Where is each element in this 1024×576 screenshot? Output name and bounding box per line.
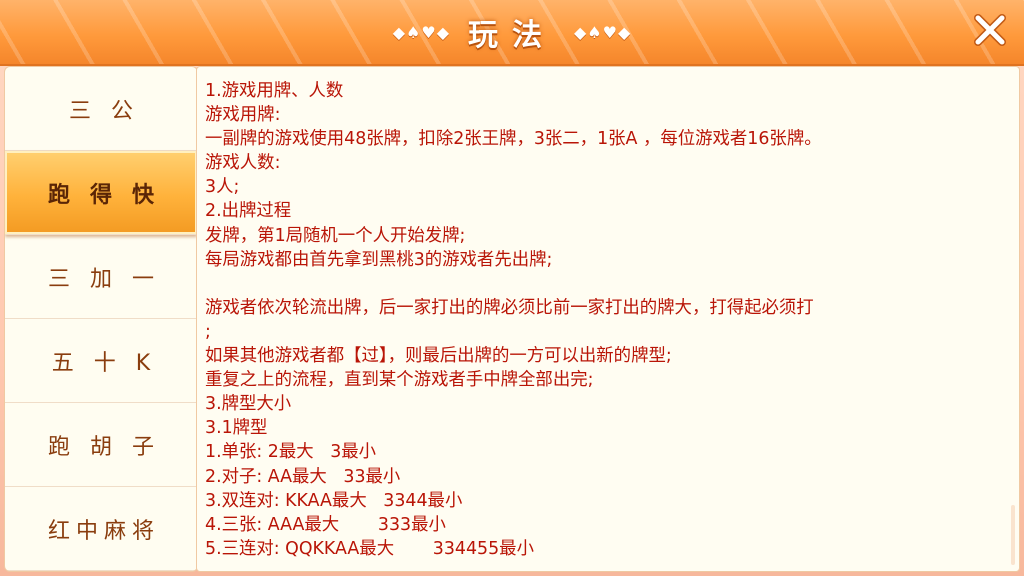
rule-line: 发牌，第1局随机一个人开始发牌; <box>205 225 466 246</box>
tab-label: 五十K <box>51 350 171 376</box>
tab-san-jia-yi[interactable]: 三加一 <box>5 235 197 319</box>
rule-line: 3.双连对: KKAA最大 3344最小 <box>205 490 463 511</box>
tab-label: 跑胡子 <box>47 434 174 460</box>
rule-line: 一副牌的游戏使用48张牌，扣除2张王牌，3张二，1张A ，每位游戏者16张牌。 <box>205 129 822 150</box>
rule-line: 3人; <box>205 177 240 198</box>
suit-decoration-left: ◆♠♥◆ <box>392 22 450 42</box>
close-button[interactable] <box>968 8 1012 52</box>
rule-line: 游戏用牌: <box>205 105 281 126</box>
rule-line: 1.游戏用牌、人数 <box>205 81 344 101</box>
tab-pao-de-kuai[interactable]: 跑得快 <box>5 151 197 235</box>
tab-label: 红中麻将 <box>47 518 160 544</box>
rule-line: 2.出牌过程 <box>205 201 292 222</box>
rules-text-scroll[interactable]: 1.游戏用牌、人数 游戏用牌: 一副牌的游戏使用48张牌，扣除2张王牌，3张二，… <box>205 79 1011 565</box>
rule-line: ; <box>205 321 211 342</box>
tab-hong-zhong-majiang[interactable]: 红中麻将 <box>5 487 197 571</box>
rule-line: 重复之上的流程，直到某个游戏者手中牌全部出完; <box>205 370 594 391</box>
scrollbar[interactable] <box>1011 505 1015 565</box>
rule-line: 如果其他游戏者都【过】，则最后出牌的一方可以出新的牌型; <box>205 346 672 367</box>
rule-line <box>205 272 1011 296</box>
header-bar: ◆♠♥◆ 玩法 ◆♠♥◆ <box>0 0 1024 66</box>
page-title: 玩法 <box>468 18 556 53</box>
suit-decoration-right: ◆♠♥◆ <box>574 22 632 42</box>
tab-label: 跑得快 <box>47 182 174 208</box>
rule-line: 2.对子: AA最大 33最小 <box>205 466 401 487</box>
title-area: ◆♠♥◆ 玩法 ◆♠♥◆ <box>0 0 1024 64</box>
rule-line: 4.三张: AAA最大 333最小 <box>205 514 446 535</box>
tab-label: 三公 <box>68 98 153 124</box>
rule-line: 游戏者依次轮流出牌，后一家打出的牌必须比前一家打出的牌大，打得起必须打 <box>205 297 814 318</box>
rule-line: 1.单张: 2最大 3最小 <box>205 442 377 463</box>
close-x-icon <box>974 14 1006 46</box>
rule-line: 游戏人数: <box>205 153 281 174</box>
tab-pao-hu-zi[interactable]: 跑胡子 <box>5 403 197 487</box>
game-type-sidebar: 三公 跑得快 三加一 五十K 跑胡子 红中麻将 <box>4 66 198 572</box>
tab-wu-shi-k[interactable]: 五十K <box>5 319 197 403</box>
tab-label: 三加一 <box>47 266 174 292</box>
tab-san-gong[interactable]: 三公 <box>5 67 197 151</box>
rule-line: 3.1牌型 <box>205 418 268 439</box>
rules-panel: 1.游戏用牌、人数 游戏用牌: 一副牌的游戏使用48张牌，扣除2张王牌，3张二，… <box>196 66 1020 572</box>
rule-line: 5.三连对: QQKKAA最大 334455最小 <box>205 538 534 559</box>
rule-line: 每局游戏都由首先拿到黑桃3的游戏者先出牌; <box>205 249 553 270</box>
rule-line: 3.牌型大小 <box>205 394 292 415</box>
